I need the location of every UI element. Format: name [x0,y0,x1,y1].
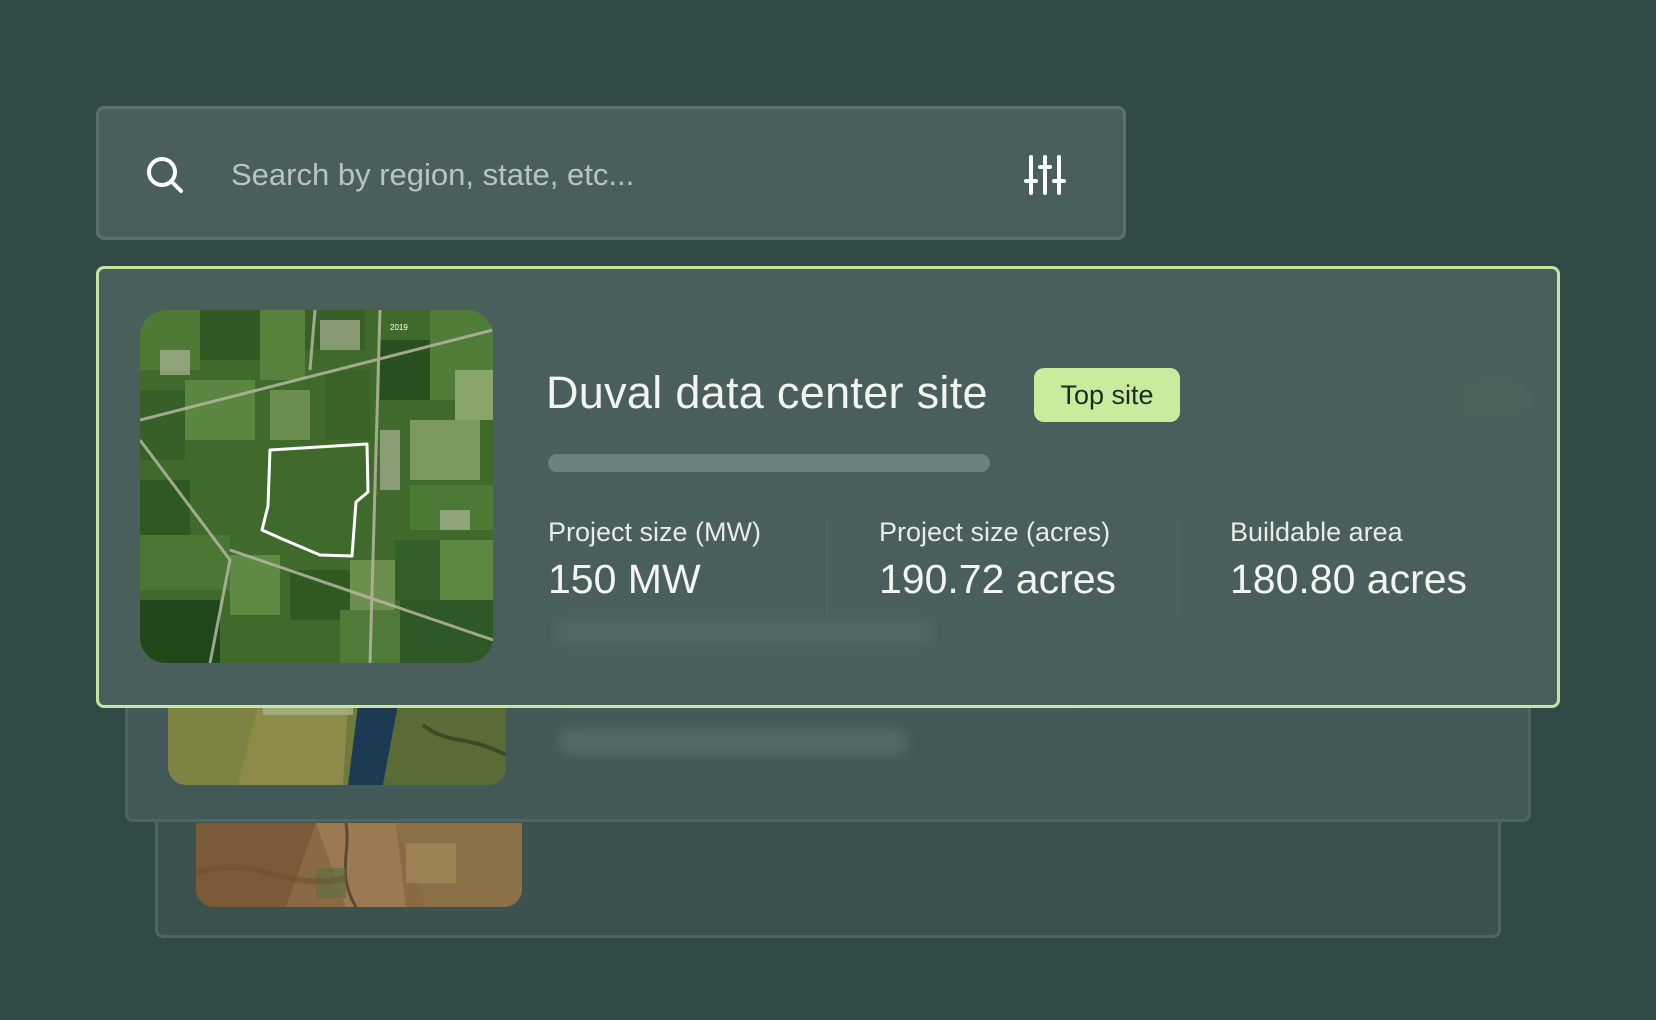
metric-label: Buildable area [1230,517,1403,547]
metric-buildable-area: Buildable area 180.80 acres [1230,517,1467,603]
divider [1177,521,1179,617]
divider [826,521,828,617]
metric-project-size-acres: Project size (acres) 190.72 acres [879,517,1116,603]
progress-bar [548,454,990,472]
map-year-label: 2019 [390,323,408,332]
site-map-thumbnail [168,705,506,785]
top-site-badge: Top site [1034,368,1180,422]
metric-label: Project size (acres) [879,517,1111,547]
search-input[interactable] [229,143,993,207]
search-icon [145,155,185,195]
site-map-thumbnail: 2019 [140,310,493,663]
metric-project-size-mw: Project size (MW) 150 MW [548,517,761,603]
placeholder-line [558,729,908,755]
site-title: Duval data center site [546,367,988,418]
metric-value: 150 MW [548,556,701,602]
search-bar[interactable] [96,106,1126,240]
site-card[interactable]: 2019 Duval data center site Top site Pro… [96,266,1560,708]
placeholder-line [554,619,934,645]
sliders-icon[interactable] [1023,153,1067,197]
site-map-thumbnail [196,823,522,907]
app-frame: 2019 Duval data center site Top site Pro… [0,0,1656,1020]
metric-label: Project size (MW) [548,517,762,547]
blurred-placeholder [1459,379,1529,419]
metric-value: 180.80 acres [1230,556,1468,602]
metric-value: 190.72 acres [879,556,1117,602]
